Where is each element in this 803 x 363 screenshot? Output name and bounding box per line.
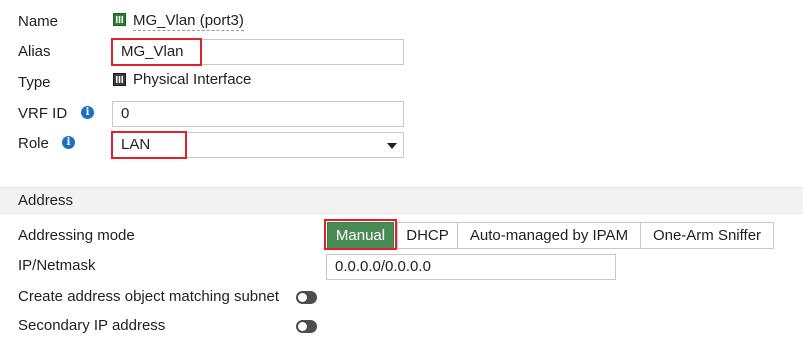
create-address-object-label: Create address object matching subnet: [18, 288, 279, 305]
role-selected-value: LAN: [121, 136, 151, 153]
interface-name: MG_Vlan (port3): [133, 12, 244, 31]
role-select[interactable]: LAN: [112, 132, 404, 158]
section-title: Address: [18, 192, 74, 209]
mode-ipam-button[interactable]: Auto-managed by IPAM: [457, 222, 641, 249]
mode-one-arm-sniffer-button[interactable]: One-Arm Sniffer: [640, 222, 774, 249]
mode-manual-button[interactable]: Manual: [327, 222, 394, 249]
name-label: Name: [18, 13, 59, 30]
vrf-id-field[interactable]: [112, 101, 404, 127]
vrf-id-label: VRF ID: [18, 105, 68, 122]
port-interface-icon: [113, 13, 126, 26]
secondary-ip-toggle[interactable]: [296, 320, 317, 333]
create-address-object-toggle[interactable]: [296, 291, 317, 304]
caret-down-icon[interactable]: [387, 143, 397, 149]
alias-field[interactable]: [112, 39, 404, 65]
ip-netmask-input[interactable]: [335, 255, 595, 279]
alias-input[interactable]: [121, 40, 381, 64]
ip-netmask-field[interactable]: [326, 254, 616, 280]
toggle-knob: [298, 293, 307, 302]
type-value: Physical Interface: [133, 71, 252, 88]
addressing-mode-label: Addressing mode: [18, 227, 135, 244]
alias-label: Alias: [18, 43, 51, 60]
toggle-knob: [298, 322, 307, 331]
address-section-header: Address: [0, 187, 803, 214]
info-icon[interactable]: i: [62, 136, 75, 149]
role-label: Role: [18, 135, 49, 152]
type-label: Type: [18, 74, 51, 91]
secondary-ip-label: Secondary IP address: [18, 317, 166, 334]
vrf-id-input[interactable]: [121, 102, 381, 126]
mode-dhcp-button[interactable]: DHCP: [397, 222, 458, 249]
ip-netmask-label: IP/Netmask: [18, 257, 96, 274]
info-icon[interactable]: i: [81, 106, 94, 119]
physical-interface-icon: [113, 73, 126, 86]
